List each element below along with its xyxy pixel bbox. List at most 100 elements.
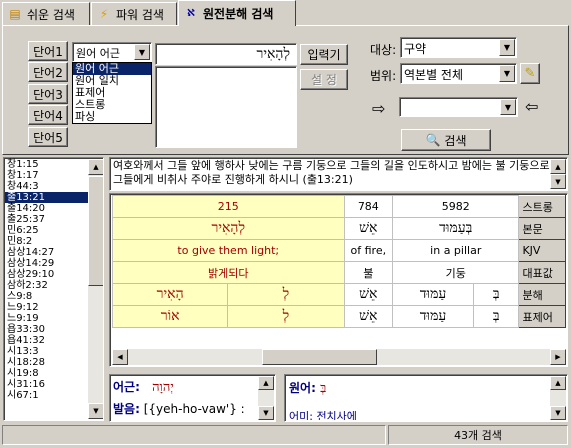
scroll-down-icon[interactable]: ▼ — [258, 406, 274, 420]
scroll-thumb[interactable] — [262, 349, 377, 365]
mode-select[interactable]: 원어 어근 ▼ — [72, 42, 152, 62]
reference-item[interactable]: 시67:1 — [5, 390, 88, 401]
kjv-cell[interactable]: of fire, — [343, 239, 394, 262]
reference-item[interactable]: 삼상14:29 — [5, 258, 88, 269]
reference-item[interactable]: 시19:8 — [5, 368, 88, 379]
scroll-down-icon[interactable]: ▼ — [88, 403, 103, 419]
range-picker-icon[interactable]: ✎ — [520, 63, 540, 84]
chevron-down-icon[interactable]: ▼ — [499, 39, 515, 56]
pronunciation-label: 발음: — [113, 402, 140, 416]
reference-item[interactable]: 스9:8 — [5, 291, 88, 302]
reference-list[interactable]: 창1:15 창1:17 창44:3 출13:21 출14:20 출25:37 민6:25 민8… — [3, 157, 104, 421]
grid-hscrollbar[interactable]: ◀ ▶ — [112, 349, 566, 365]
lemma-cell[interactable]: אוֹר — [111, 305, 229, 328]
reference-item[interactable]: 삼하2:32 — [5, 280, 88, 291]
meaning-cell[interactable]: 기둥 — [392, 261, 520, 284]
text-cell[interactable]: בְּעַמּוּד — [392, 217, 520, 240]
reference-item[interactable]: 느9:12 — [5, 302, 88, 313]
search-input-value: לְהָאִיר — [256, 46, 290, 62]
parse-cell[interactable]: עַמּוּד — [392, 283, 474, 306]
tab-power-search[interactable]: ⚡ 파워 검색 — [91, 2, 177, 25]
range-label: 범위: — [370, 69, 397, 83]
tab-source-analysis[interactable]: ℵ 원전분해 검색 — [178, 0, 296, 26]
word5-button[interactable]: 단어5 — [28, 127, 68, 147]
scroll-right-icon[interactable]: ▶ — [550, 349, 566, 365]
reference-item[interactable]: 시13:3 — [5, 346, 88, 357]
word3-button[interactable]: 단어3 — [28, 84, 68, 104]
scroll-left-icon[interactable]: ◀ — [112, 349, 128, 365]
scroll-thumb[interactable] — [88, 176, 103, 286]
book-icon: ▤ — [9, 7, 21, 21]
parse-cell[interactable]: בְּ — [472, 283, 520, 306]
verse-scrollbar[interactable]: ▲ ▼ — [550, 159, 566, 189]
scroll-down-icon[interactable]: ▼ — [550, 174, 566, 189]
chevron-down-icon[interactable]: ▼ — [500, 99, 516, 115]
analysis-table: 215 784 5982 스트롱 לְהָאִיר אֵשׁ בְּעַמּוּ… — [111, 195, 566, 328]
lemma-cell[interactable]: אֵשׁ — [343, 305, 394, 328]
search-input[interactable]: לְהָאִיר — [155, 43, 297, 65]
strong-cell[interactable]: 784 — [343, 195, 394, 218]
reference-item[interactable]: 시31:16 — [5, 379, 88, 390]
tab-easy-search[interactable]: ▤ 쉬운 검색 — [2, 2, 90, 25]
history-select[interactable]: ▼ — [399, 97, 518, 117]
range-select[interactable]: 역본별 전체 ▼ — [400, 63, 517, 84]
lemma-cell[interactable]: עַמּוּד — [392, 305, 474, 328]
strong-cell[interactable]: 5982 — [392, 195, 520, 218]
reference-item[interactable]: 민8:2 — [5, 236, 88, 247]
reference-item[interactable]: 삼상29:10 — [5, 269, 88, 280]
scroll-up-icon[interactable]: ▲ — [258, 376, 274, 390]
word1-button[interactable]: 단어1 — [28, 41, 68, 61]
target-select-value: 구약 — [404, 42, 427, 56]
word4-button[interactable]: 단어4 — [28, 105, 68, 125]
reference-item[interactable]: 욥41:32 — [5, 335, 88, 346]
kjv-cell[interactable]: to give them light; — [112, 239, 345, 262]
reference-item[interactable]: 창1:15 — [5, 159, 88, 170]
row-label-strong: 스트롱 — [518, 195, 566, 218]
reference-item[interactable]: 출13:21 — [5, 192, 88, 203]
parse-cell[interactable]: הָאִיר — [111, 283, 229, 306]
text-cell[interactable]: לְהָאִיר — [112, 217, 345, 240]
word-list-box[interactable] — [155, 66, 297, 148]
reference-item[interactable]: 시18:28 — [5, 357, 88, 368]
word2-label: 단어2 — [33, 65, 63, 80]
input-method-button[interactable]: 입력기 — [300, 44, 348, 65]
reference-item[interactable]: 욥33:30 — [5, 324, 88, 335]
scroll-up-icon[interactable]: ▲ — [550, 376, 566, 390]
chevron-down-icon[interactable]: ▼ — [134, 44, 150, 60]
word2-button[interactable]: 단어2 — [28, 62, 68, 82]
reference-item[interactable]: 삼상14:27 — [5, 247, 88, 258]
back-arrow-icon[interactable]: ⇦ — [525, 97, 538, 116]
reference-item[interactable]: 출25:37 — [5, 214, 88, 225]
kjv-cell[interactable]: in a pillar — [392, 239, 520, 262]
meaning-cell[interactable]: 밝게되다 — [112, 261, 345, 284]
lemma-cell[interactable]: לְ — [227, 305, 345, 328]
text-cell[interactable]: אֵשׁ — [343, 217, 394, 240]
scroll-up-icon[interactable]: ▲ — [88, 159, 103, 175]
strong-cell[interactable]: 215 — [112, 195, 345, 218]
lemma-cell[interactable]: בְּ — [472, 305, 520, 328]
reference-item[interactable]: 출14:20 — [5, 203, 88, 214]
mode-option[interactable]: 파싱 — [73, 111, 151, 123]
row-label-text: 본문 — [518, 217, 566, 240]
target-label: 대상: — [370, 43, 397, 57]
root-info-box: 어근: יְהוָה 발음: [{yeh-ho-vaw'} : ▲ ▼ — [109, 374, 276, 422]
parse-cell[interactable]: אֵשׁ — [343, 283, 394, 306]
search-button[interactable]: 🔍 검색 — [401, 129, 491, 151]
reference-item[interactable]: 창1:17 — [5, 170, 88, 181]
chevron-down-icon[interactable]: ▼ — [499, 65, 515, 82]
reference-item[interactable]: 창44:3 — [5, 181, 88, 192]
word-info-scrollbar[interactable]: ▲ ▼ — [550, 376, 566, 420]
pronunciation-value: [{yeh-ho-vaw'} : — [143, 402, 245, 416]
meaning-cell[interactable]: 불 — [343, 261, 394, 284]
forward-arrow-icon[interactable]: ⇨ — [372, 99, 385, 118]
reference-scrollbar[interactable]: ▲ ▼ — [88, 159, 103, 419]
reference-item[interactable]: 느9:19 — [5, 313, 88, 324]
root-scrollbar[interactable]: ▲ ▼ — [258, 376, 274, 420]
parse-cell[interactable]: לְ — [227, 283, 345, 306]
reference-item[interactable]: 민6:25 — [5, 225, 88, 236]
target-select[interactable]: 구약 ▼ — [400, 37, 517, 58]
scroll-down-icon[interactable]: ▼ — [550, 406, 566, 420]
word-info-box: 원어: בְּ 어미: 전치사에 ▲ ▼ — [284, 374, 568, 422]
scroll-up-icon[interactable]: ▲ — [550, 159, 566, 174]
verse-text: 여호와께서 그들 앞에 행하사 낮에는 구름 기둥으로 그들의 길을 인도하시고… — [113, 159, 550, 186]
